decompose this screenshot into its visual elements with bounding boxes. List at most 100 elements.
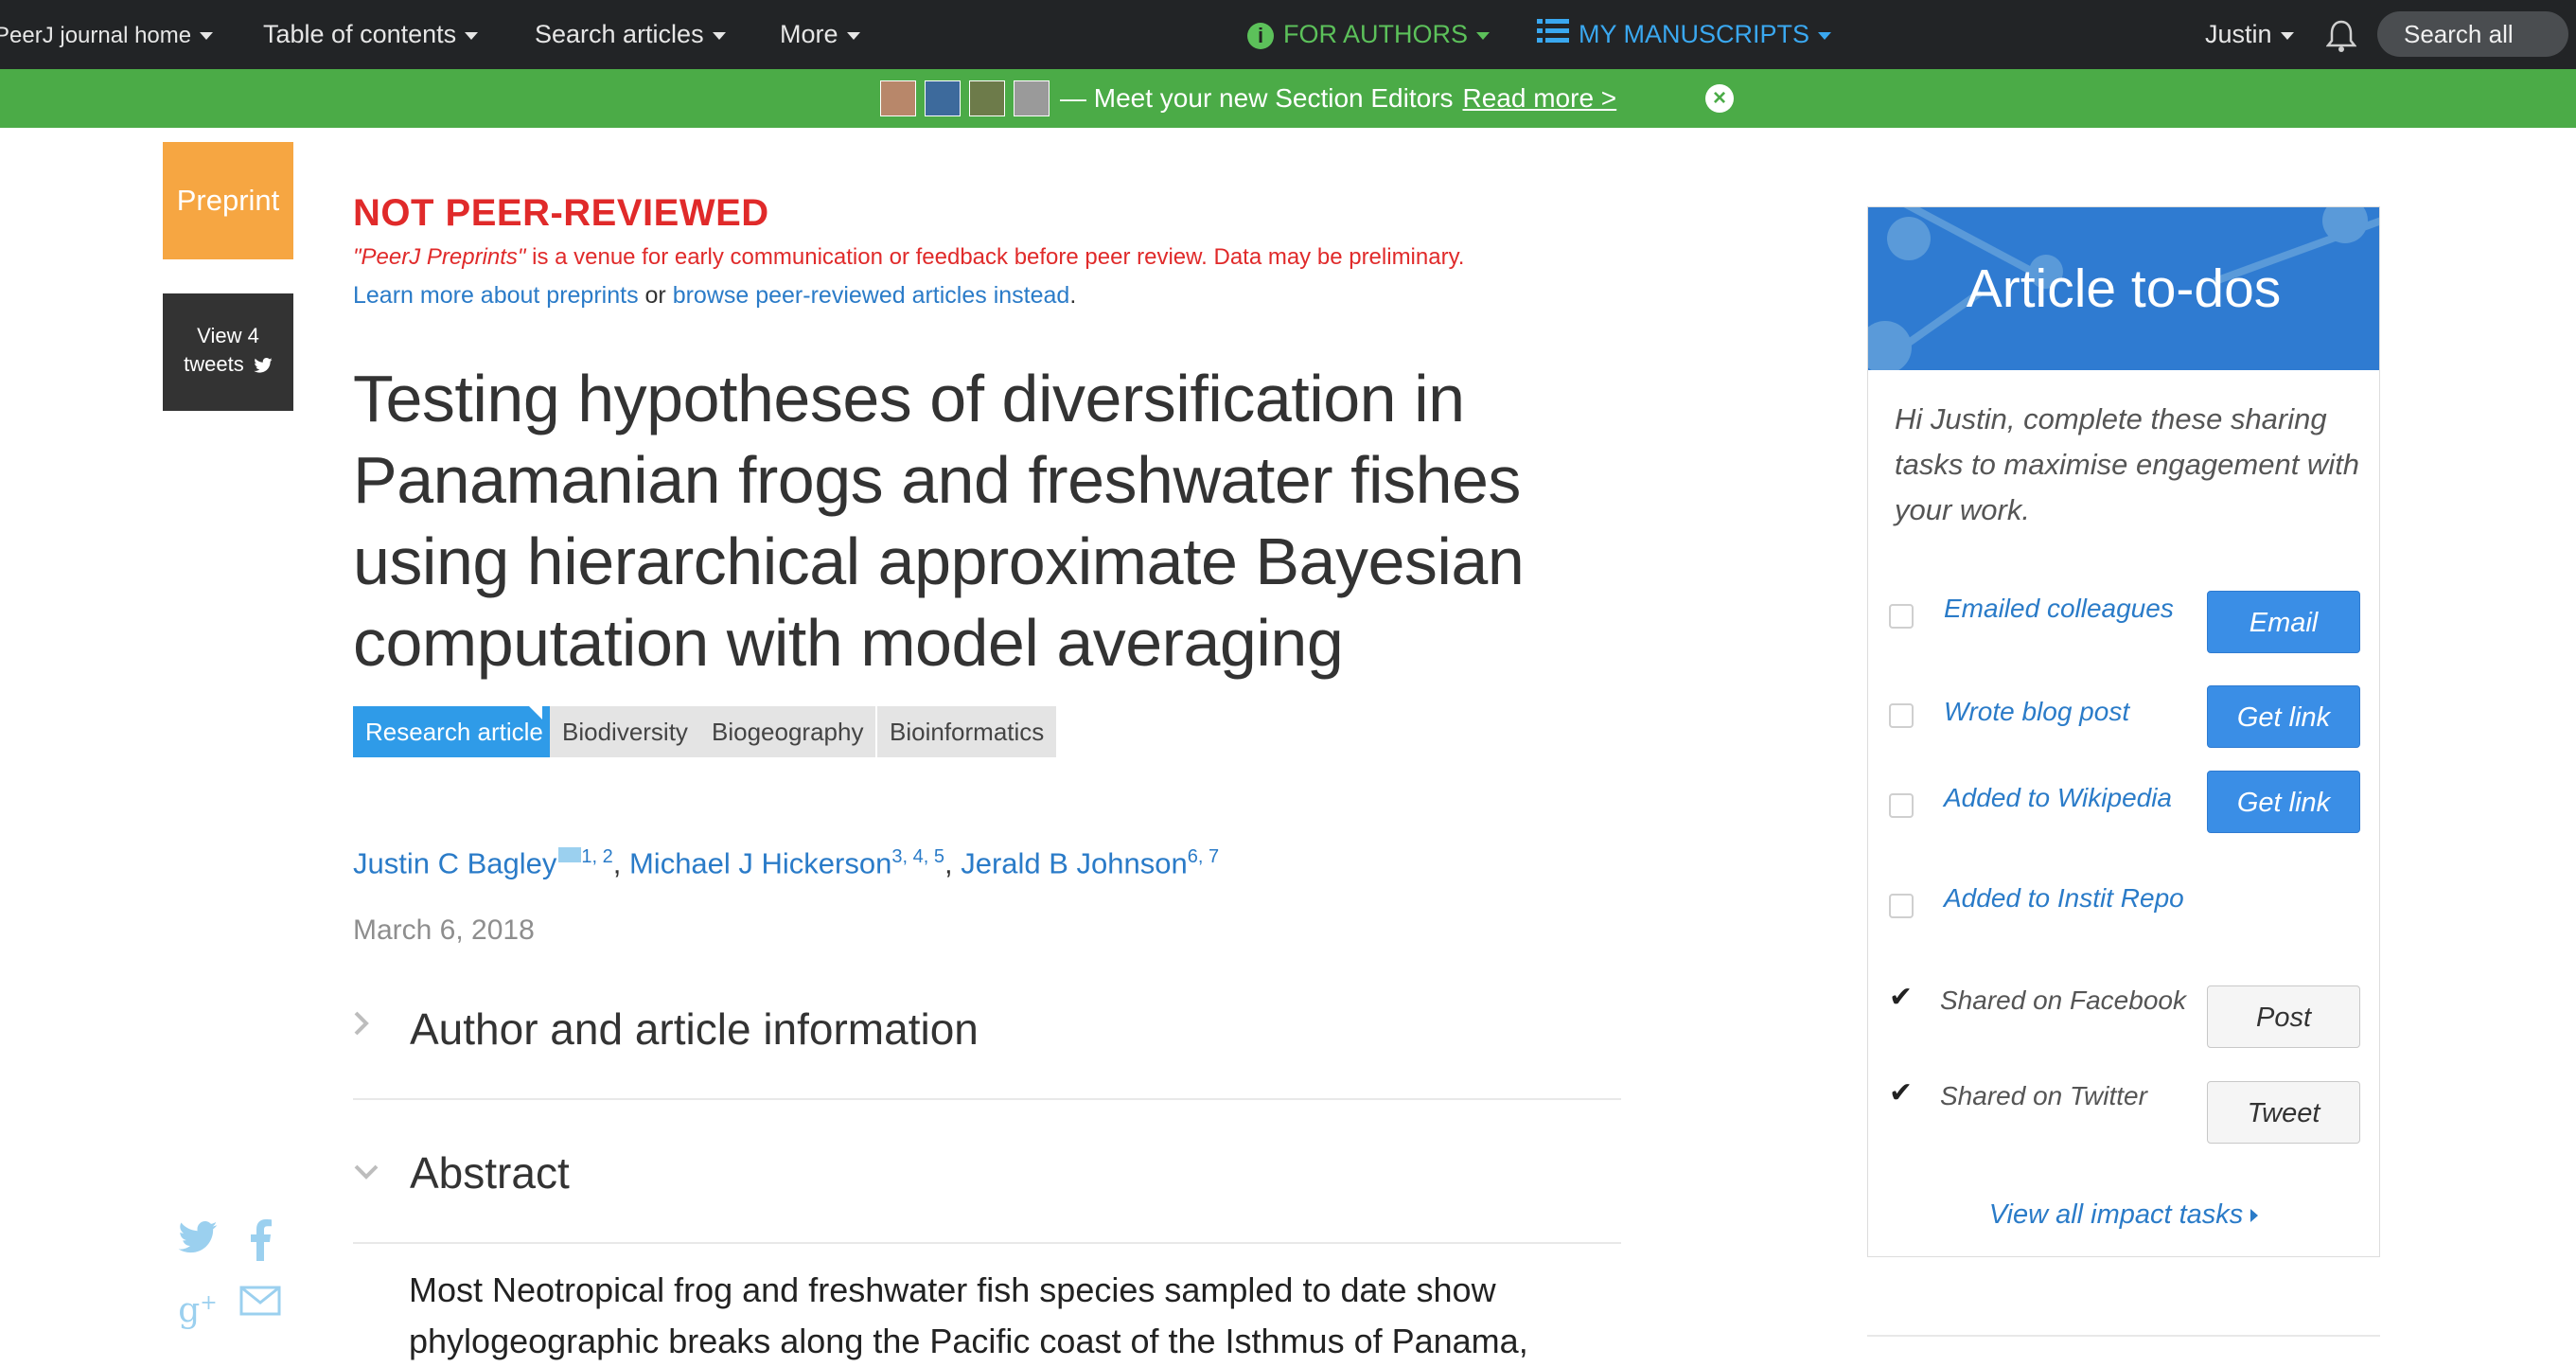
section-editors-banner: — Meet your new Section Editors Read more… [0, 69, 2576, 128]
chevron-down-icon [353, 1153, 379, 1188]
user-menu[interactable]: Justin [2205, 0, 2294, 69]
todo-checkbox[interactable] [1889, 894, 1914, 918]
read-more-link[interactable]: Read more > [1463, 83, 1617, 113]
view-all-label: View all impact tasks [1988, 1199, 2244, 1230]
author-affiliation: 6, 7 [1187, 846, 1220, 867]
caret-right-icon [2250, 1209, 2259, 1223]
post-button[interactable]: Post [2207, 985, 2360, 1048]
author-link[interactable]: Justin C Bagley [353, 846, 556, 879]
twitter-share-icon[interactable] [176, 1219, 220, 1263]
editor-avatar [1014, 80, 1050, 116]
preprint-badge: Preprint [163, 142, 293, 259]
twitter-bird-icon [254, 358, 273, 373]
divider [1867, 1335, 2380, 1337]
todo-label: Shared on Facebook [1940, 985, 2186, 1015]
get-link-button[interactable]: Get link [2207, 771, 2360, 833]
editor-avatar [880, 80, 916, 116]
todo-checkbox[interactable] [1889, 703, 1914, 728]
checkmark-icon: ✔ [1889, 982, 1914, 1013]
section-label: Author and article information [410, 1004, 979, 1054]
journal-home-label: PeerJ journal home [0, 23, 192, 48]
todo-panel-header: Article to-dos [1868, 207, 2379, 370]
my-manuscripts-menu[interactable]: MY MANUSCRIPTS [1537, 0, 1832, 70]
table-of-contents-menu[interactable]: Table of contents [263, 0, 479, 69]
chevron-down-icon [1818, 31, 1832, 40]
email-share-icon[interactable] [238, 1282, 282, 1325]
corresponding-email-icon[interactable] [558, 847, 582, 862]
learn-more-link[interactable]: Learn more about preprints [353, 282, 639, 309]
get-link-button[interactable]: Get link [2207, 685, 2360, 748]
search-all-label: Search all [2404, 20, 2514, 48]
chevron-down-icon [712, 31, 726, 40]
search-all-button[interactable]: Search all [2377, 11, 2568, 57]
todo-checkbox[interactable] [1889, 604, 1914, 629]
article-title: Testing hypotheses of diversification in… [353, 362, 1525, 680]
top-navigation-bar: PeerJ journal home Table of contents Sea… [0, 0, 2576, 69]
chevron-right-icon [353, 1009, 370, 1044]
chevron-down-icon [2280, 31, 2294, 40]
banner-message: — Meet your new Section Editors Read more… [1060, 69, 1616, 128]
user-name: Justin [2205, 20, 2272, 48]
facebook-share-icon[interactable] [238, 1219, 282, 1263]
for-authors-menu[interactable]: i FOR AUTHORS [1247, 0, 1491, 69]
chevron-down-icon [1476, 31, 1491, 40]
venue-name: "PeerJ Preprints" [353, 244, 526, 270]
not-peer-reviewed-heading: NOT PEER-REVIEWED [353, 192, 769, 234]
author-affiliation: 3, 4, 5 [891, 846, 944, 867]
tweets-label: tweets [184, 352, 244, 376]
chevron-down-icon [200, 31, 214, 40]
todo-intro-text: Hi Justin, complete these sharing tasks … [1895, 402, 2360, 526]
tweet-button[interactable]: Tweet [2207, 1081, 2360, 1144]
todo-panel-title: Article to-dos [1966, 258, 2282, 319]
disclaimer-text: is a venue for early communication or fe… [525, 244, 1465, 270]
period-text: . [1069, 282, 1077, 309]
checkmark-icon: ✔ [1889, 1077, 1914, 1109]
section-label: Abstract [410, 1148, 570, 1198]
journal-home-menu[interactable]: PeerJ journal home [0, 0, 214, 69]
tag-research-article[interactable]: Research article [353, 706, 556, 757]
email-button[interactable]: Email [2207, 591, 2360, 653]
share-icons-group: g+ [176, 1219, 290, 1333]
todo-label[interactable]: Emailed colleagues [1944, 591, 2190, 627]
author-affiliation: 1, 2 [581, 846, 613, 867]
chevron-down-icon [465, 31, 479, 40]
todo-label[interactable]: Added to Wikipedia [1944, 780, 2190, 816]
or-text: or [638, 282, 673, 309]
for-authors-label: FOR AUTHORS [1283, 20, 1469, 48]
list-icon [1537, 1, 1569, 70]
view-tweets-button[interactable]: View 4 tweets [163, 293, 293, 411]
author-link[interactable]: Jerald B Johnson [961, 846, 1188, 879]
more-label: More [780, 20, 838, 48]
editor-avatar [969, 80, 1005, 116]
todo-label: Shared on Twitter [1940, 1081, 2147, 1110]
more-menu[interactable]: More [780, 0, 860, 69]
tweets-count-label: View 4 [197, 324, 259, 347]
view-all-impact-tasks-link[interactable]: View all impact tasks [1868, 1199, 2379, 1231]
chevron-down-icon [846, 31, 860, 40]
todo-label[interactable]: Added to Instit Repo [1944, 880, 2190, 916]
learn-more-line: Learn more about preprints or browse pee… [353, 282, 1076, 310]
my-manuscripts-label: MY MANUSCRIPTS [1579, 20, 1810, 48]
author-info-section-toggle[interactable]: Author and article information [353, 956, 1621, 1100]
search-articles-label: Search articles [535, 20, 704, 48]
abstract-text: Most Neotropical frog and freshwater fis… [409, 1270, 1528, 1360]
tag-biodiversity[interactable]: Biodiversity [550, 706, 700, 757]
abstract-section-toggle[interactable]: Abstract [353, 1100, 1621, 1244]
todo-label[interactable]: Wrote blog post [1944, 694, 2190, 730]
tag-fold-corner [529, 706, 542, 719]
close-icon[interactable]: × [1705, 84, 1734, 113]
todo-checkbox[interactable] [1889, 793, 1914, 818]
article-todos-panel: Article to-dos Hi Justin, complete these… [1867, 206, 2380, 1257]
info-icon: i [1247, 22, 1274, 49]
publication-date: March 6, 2018 [353, 914, 535, 946]
preprint-disclaimer: "PeerJ Preprints" is a venue for early c… [353, 244, 1464, 271]
search-articles-menu[interactable]: Search articles [535, 0, 726, 69]
toc-label: Table of contents [263, 20, 457, 48]
google-plus-share-icon[interactable]: g+ [176, 1282, 220, 1330]
browse-peer-reviewed-link[interactable]: browse peer-reviewed articles instead [673, 282, 1070, 309]
notifications-bell-icon[interactable] [2325, 0, 2357, 69]
tag-bioinformatics[interactable]: Bioinformatics [877, 706, 1057, 757]
author-link[interactable]: Michael J Hickerson [629, 846, 891, 879]
author-list: Justin C Bagley 1, 2, Michael J Hickerson… [353, 846, 1220, 880]
tag-biogeography[interactable]: Biogeography [699, 706, 876, 757]
